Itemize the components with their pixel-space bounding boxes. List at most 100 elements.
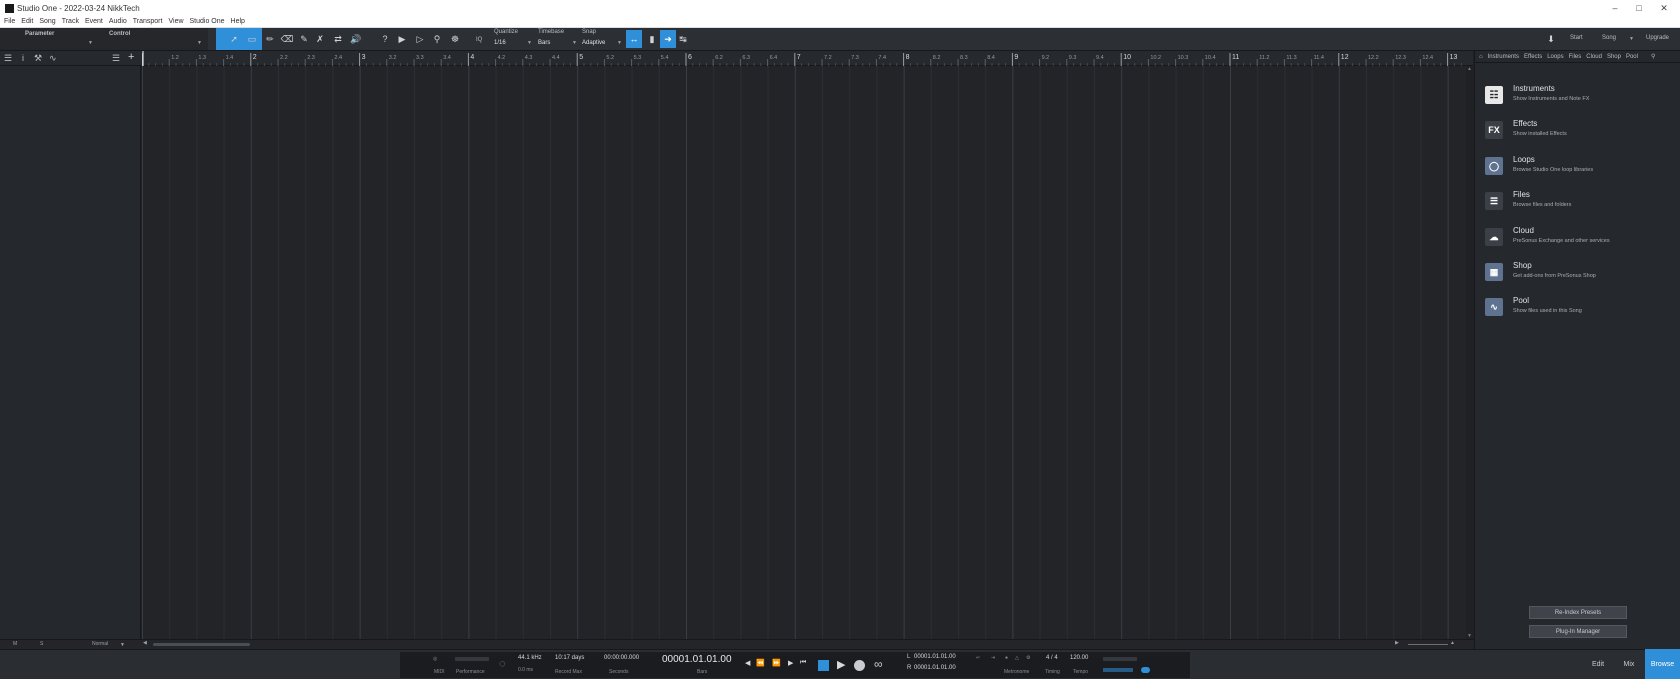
parameter-label[interactable]: Parameter — [25, 31, 54, 37]
scroll-left-icon[interactable]: ◀ — [143, 640, 147, 646]
browser-item-loops[interactable]: ◯ Loops Browse Studio One loop libraries — [1485, 155, 1675, 183]
paint-tool-icon[interactable]: ✎ — [296, 30, 312, 48]
marker-icon[interactable]: ☸ — [447, 30, 463, 48]
vertical-scrollbar[interactable]: ▲ ▼ — [1466, 66, 1473, 639]
return-to-zero-icon[interactable]: ⏮ — [800, 659, 806, 667]
loop-icon[interactable]: ∞ — [874, 657, 883, 671]
parameter-dropdown-icon[interactable]: ▼ — [88, 40, 93, 46]
precount-icon[interactable]: ↵ — [976, 655, 980, 661]
song-button[interactable]: Song — [1602, 35, 1616, 41]
maximize-icon[interactable]: □ — [1627, 0, 1651, 16]
browser-item-cloud[interactable]: ☁ Cloud PreSonus Exchange and other serv… — [1485, 226, 1675, 254]
tab-files[interactable]: Files — [1569, 54, 1582, 60]
range-tool-icon[interactable]: ▭ — [244, 30, 260, 48]
metronome-icon[interactable]: △ — [1015, 655, 1019, 661]
menu-help[interactable]: Help — [231, 18, 245, 25]
preroll-icon[interactable]: ⇥ — [991, 655, 995, 661]
timeline-ruler[interactable]: 1.2 1.3 1.4 2 2.2 2.3 2.4 3 3.2 3.3 3.4 4 4.2 4.3 4.4 5… — [142, 51, 1466, 66]
iq-label[interactable]: IQ — [476, 37, 482, 43]
eraser-tool-icon[interactable]: ⌫ — [279, 30, 295, 48]
horizontal-scrollbar-thumb[interactable] — [153, 643, 250, 646]
rewind-icon[interactable]: ⏪ — [756, 659, 765, 667]
track-mode-dropdown-icon[interactable]: ▼ — [120, 642, 125, 648]
browser-item-shop[interactable]: ▦ Shop Get add-ons from PreSonus Shop — [1485, 261, 1675, 289]
metronome-click-icon[interactable]: ● — [1005, 655, 1008, 661]
quantize-dropdown-icon[interactable]: ▼ — [527, 40, 532, 46]
minimize-icon[interactable]: – — [1603, 0, 1627, 16]
seconds-display[interactable]: 00:00:00.000 — [604, 655, 639, 661]
snap-dropdown-icon[interactable]: ▼ — [617, 40, 622, 46]
home-icon[interactable]: ⌂ — [1479, 54, 1483, 60]
follow-icon[interactable]: ↹ — [675, 30, 691, 48]
master-volume-slider[interactable] — [1103, 668, 1133, 672]
next-marker-icon[interactable]: ▶ — [788, 659, 793, 667]
track-options-icon[interactable]: ☰ — [112, 53, 120, 64]
mute-tool-icon[interactable]: ✗ — [312, 30, 328, 48]
snap-value[interactable]: Adaptive — [582, 40, 605, 46]
nudge-forward-alt-icon[interactable]: ▷ — [412, 30, 428, 48]
bars-display[interactable]: 00001.01.01.00 — [662, 654, 732, 665]
menu-studio-one[interactable]: Studio One — [190, 18, 225, 25]
menu-event[interactable]: Event — [85, 18, 103, 25]
mix-view-button[interactable]: Mix — [1614, 649, 1644, 679]
previous-marker-icon[interactable]: ◀ — [745, 659, 750, 667]
upgrade-button[interactable]: Upgrade — [1646, 35, 1669, 41]
timing-value[interactable]: 4 / 4 — [1046, 655, 1058, 661]
browser-item-instruments[interactable]: ☷ Instruments Show Instruments and Note … — [1485, 84, 1675, 112]
song-dropdown-icon[interactable]: ▼ — [1629, 36, 1634, 42]
search-icon[interactable]: ⚲ — [1651, 53, 1655, 60]
snap-to-grid-icon[interactable]: ↔ — [626, 30, 642, 48]
record-button[interactable] — [854, 660, 865, 671]
stop-button[interactable] — [818, 660, 829, 671]
menu-transport[interactable]: Transport — [133, 18, 163, 25]
close-icon[interactable]: ✕ — [1652, 0, 1676, 16]
play-button[interactable]: ▶ — [837, 658, 845, 671]
menu-song[interactable]: Song — [39, 18, 55, 25]
reindex-presets-button[interactable]: Re-Index Presets — [1529, 606, 1627, 619]
listen-tool-icon[interactable]: 🔊 — [348, 30, 364, 48]
bend-tool-icon[interactable]: ⇄ — [330, 30, 346, 48]
inspector-icon[interactable]: i — [22, 53, 24, 63]
tab-effects[interactable]: Effects — [1524, 54, 1542, 60]
track-mode-select[interactable]: Normal — [92, 641, 108, 647]
automation-icon[interactable]: ∿ — [49, 53, 57, 64]
mute-footer-label[interactable]: M — [13, 641, 17, 647]
solo-footer-label[interactable]: S — [40, 641, 43, 647]
browse-view-button[interactable]: Browse — [1645, 649, 1680, 679]
help-icon[interactable]: ? — [377, 30, 393, 48]
tab-loops[interactable]: Loops — [1547, 54, 1563, 60]
menu-view[interactable]: View — [168, 18, 183, 25]
wrench-icon[interactable]: ⚒ — [34, 53, 42, 64]
loop-end-value[interactable]: 00001.01.01.00 — [914, 665, 956, 671]
metronome-settings-icon[interactable]: ⚙ — [1026, 655, 1030, 661]
menu-file[interactable]: File — [4, 18, 15, 25]
split-tool-icon[interactable]: ✏ — [262, 30, 278, 48]
zoom-slider[interactable] — [1408, 644, 1448, 645]
menu-audio[interactable]: Audio — [109, 18, 127, 25]
browser-item-files[interactable]: ☰ Files Browse files and folders — [1485, 190, 1675, 218]
start-button[interactable]: Start — [1570, 35, 1583, 41]
menu-track[interactable]: Track — [62, 18, 79, 25]
timebase-dropdown-icon[interactable]: ▼ — [572, 40, 577, 46]
menu-edit[interactable]: Edit — [21, 18, 33, 25]
zoom-icon[interactable]: ⚲ — [429, 30, 445, 48]
plugin-manager-button[interactable]: Plug-In Manager — [1529, 625, 1627, 638]
control-dropdown-icon[interactable]: ▼ — [197, 40, 202, 46]
master-toggle[interactable] — [1141, 667, 1150, 673]
tempo-value[interactable]: 120.00 — [1070, 655, 1088, 661]
control-label[interactable]: Control — [109, 31, 130, 37]
sync-icon[interactable]: ◌ — [499, 658, 506, 670]
fast-forward-icon[interactable]: ⏩ — [772, 659, 781, 667]
scroll-right-icon[interactable]: ▶ — [1395, 640, 1399, 646]
tab-instruments[interactable]: Instruments — [1488, 54, 1519, 60]
browser-item-pool[interactable]: ∿ Pool Show files used in this Song — [1485, 296, 1675, 324]
edit-view-button[interactable]: Edit — [1583, 649, 1613, 679]
nudge-forward-icon[interactable]: ▶ — [394, 30, 410, 48]
tab-cloud[interactable]: Cloud — [1586, 54, 1602, 60]
autoscroll-icon[interactable]: ➜ — [660, 30, 676, 48]
arrangement-view[interactable] — [142, 66, 1466, 639]
track-list-icon[interactable]: ☰ — [4, 53, 12, 64]
scroll-up-icon[interactable]: ▲ — [1467, 66, 1472, 72]
add-track-icon[interactable]: + — [128, 51, 134, 63]
browser-item-effects[interactable]: FX Effects Show installed Effects — [1485, 119, 1675, 147]
